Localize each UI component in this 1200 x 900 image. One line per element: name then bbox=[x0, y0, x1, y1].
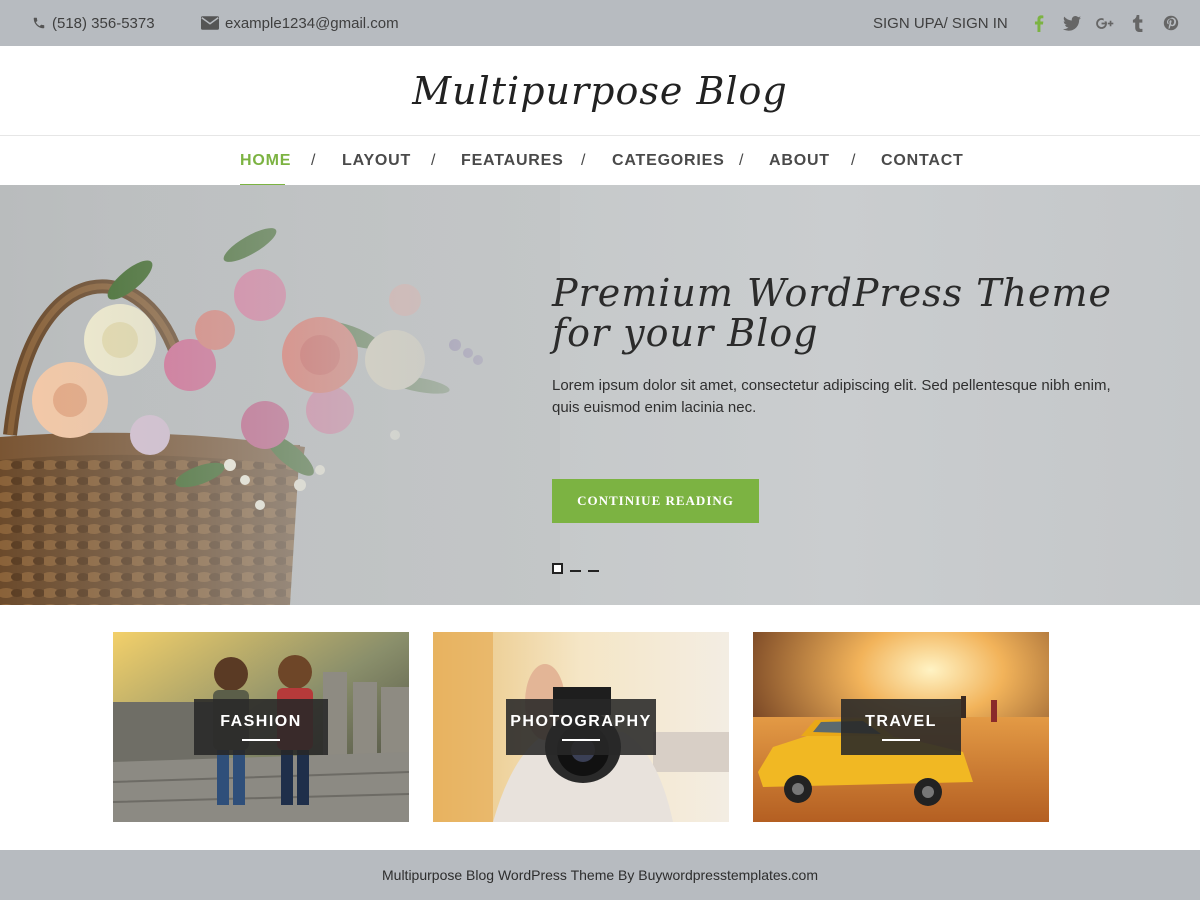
category-card-fashion[interactable]: FASHION bbox=[113, 632, 409, 822]
category-title: FASHION bbox=[220, 713, 302, 730]
nav-item-contact[interactable]: CONTACT bbox=[881, 137, 964, 185]
phone-icon bbox=[33, 17, 45, 29]
footer-credit[interactable]: Multipurpose Blog WordPress Theme By Buy… bbox=[382, 867, 818, 883]
slider-dot-1[interactable] bbox=[552, 563, 563, 574]
google-plus-icon[interactable] bbox=[1088, 0, 1121, 46]
site-footer: Multipurpose Blog WordPress Theme By Buy… bbox=[0, 850, 1200, 900]
facebook-icon[interactable] bbox=[1022, 0, 1055, 46]
hero-description: Lorem ipsum dolor sit amet, consectetur … bbox=[552, 377, 1111, 416]
tumblr-icon[interactable] bbox=[1121, 0, 1154, 46]
nav-item-about[interactable]: ABOUT bbox=[769, 137, 830, 185]
continue-reading-button[interactable]: CONTINIUE READING bbox=[552, 479, 759, 523]
social-links bbox=[1022, 0, 1187, 46]
nav-separator: / bbox=[581, 152, 586, 169]
phone-contact[interactable]: (518) 356-5373 bbox=[32, 0, 155, 46]
top-bar: (518) 356-5373 example1234@gmail.com SIG… bbox=[0, 0, 1200, 46]
phone-number: (518) 356-5373 bbox=[52, 14, 155, 32]
flower-basket-image bbox=[0, 185, 560, 605]
title-underline bbox=[562, 739, 600, 741]
nav-item-home[interactable]: HOME bbox=[240, 137, 291, 185]
nav-separator: / bbox=[311, 152, 316, 169]
nav-separator: / bbox=[431, 152, 436, 169]
nav-separator: / bbox=[739, 152, 744, 169]
envelope-icon bbox=[201, 16, 219, 30]
category-card-photography[interactable]: PHOTOGRAPHY bbox=[433, 632, 729, 822]
hero-slider: Premium WordPress Theme for your Blog Lo… bbox=[0, 185, 1200, 605]
category-card-travel[interactable]: TRAVEL bbox=[753, 632, 1049, 822]
title-underline bbox=[882, 739, 920, 741]
pinterest-icon[interactable] bbox=[1154, 0, 1187, 46]
slider-dot-3[interactable] bbox=[588, 570, 599, 572]
email-contact[interactable]: example1234@gmail.com bbox=[201, 0, 399, 46]
twitter-icon[interactable] bbox=[1055, 0, 1088, 46]
category-title: TRAVEL bbox=[865, 713, 937, 730]
site-logo[interactable]: Multipurpose Blog bbox=[412, 69, 787, 113]
email-address: example1234@gmail.com bbox=[225, 14, 399, 32]
category-label: TRAVEL bbox=[841, 699, 961, 755]
category-title: PHOTOGRAPHY bbox=[510, 713, 652, 730]
site-header: Multipurpose Blog bbox=[0, 46, 1200, 136]
category-label: PHOTOGRAPHY bbox=[506, 699, 656, 755]
hero-title: Premium WordPress Theme for your Blog bbox=[552, 271, 1112, 355]
signup-signin-link[interactable]: SIGN UPA/ SIGN IN bbox=[873, 0, 1008, 46]
slider-pagination bbox=[552, 563, 606, 574]
main-navigation: HOME / LAYOUT / FEATAURES / CATEGORIES /… bbox=[0, 137, 1200, 187]
nav-separator: / bbox=[851, 152, 856, 169]
nav-item-features[interactable]: FEATAURES bbox=[461, 137, 564, 185]
nav-item-categories[interactable]: CATEGORIES bbox=[612, 137, 725, 185]
category-label: FASHION bbox=[194, 699, 328, 755]
nav-item-layout[interactable]: LAYOUT bbox=[342, 137, 411, 185]
title-underline bbox=[242, 739, 280, 741]
slider-dot-2[interactable] bbox=[570, 570, 581, 572]
